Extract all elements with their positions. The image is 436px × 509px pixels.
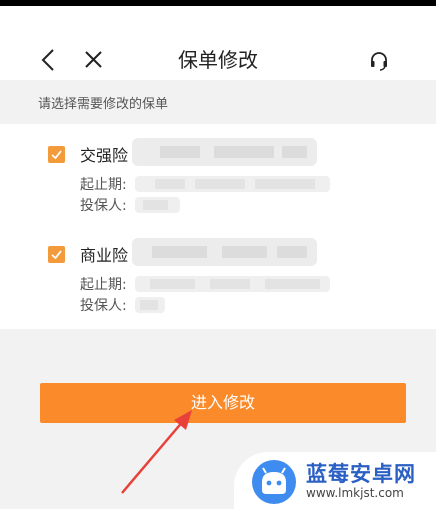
watermark-url: www.lmkjst.com xyxy=(306,486,404,500)
watermark: 蓝莓安卓网 www.lmkjst.com xyxy=(234,452,436,509)
policy-insured-label: 投保人: xyxy=(80,198,127,214)
status-bar xyxy=(0,0,436,6)
policy-checkbox[interactable] xyxy=(48,246,65,263)
customer-service-button[interactable] xyxy=(368,50,390,72)
policy-insured-redacted xyxy=(135,197,180,213)
watermark-name: 蓝莓安卓网 xyxy=(306,462,416,486)
policy-period-label: 起止期: xyxy=(80,277,127,293)
watermark-logo-icon xyxy=(252,460,296,504)
nav-bar: 保单修改 xyxy=(0,40,436,80)
policy-period-label: 起止期: xyxy=(80,177,127,193)
policy-number-redacted xyxy=(132,238,317,266)
policy-insured-redacted xyxy=(135,297,165,313)
policy-type: 交强险 xyxy=(80,146,129,165)
headset-icon xyxy=(368,50,390,72)
enter-modify-button[interactable]: 进入修改 xyxy=(40,383,406,423)
section-prompt: 请选择需要修改的保单 xyxy=(38,97,169,112)
policy-checkbox[interactable] xyxy=(48,146,65,163)
policy-period-redacted xyxy=(135,276,330,292)
section-header: 请选择需要修改的保单 xyxy=(0,80,436,124)
annotation-arrow-icon xyxy=(110,400,210,500)
policy-number-redacted xyxy=(132,138,317,166)
policy-period-redacted xyxy=(135,176,330,192)
policy-insured-label: 投保人: xyxy=(80,298,127,314)
policy-type: 商业险 xyxy=(80,246,129,265)
